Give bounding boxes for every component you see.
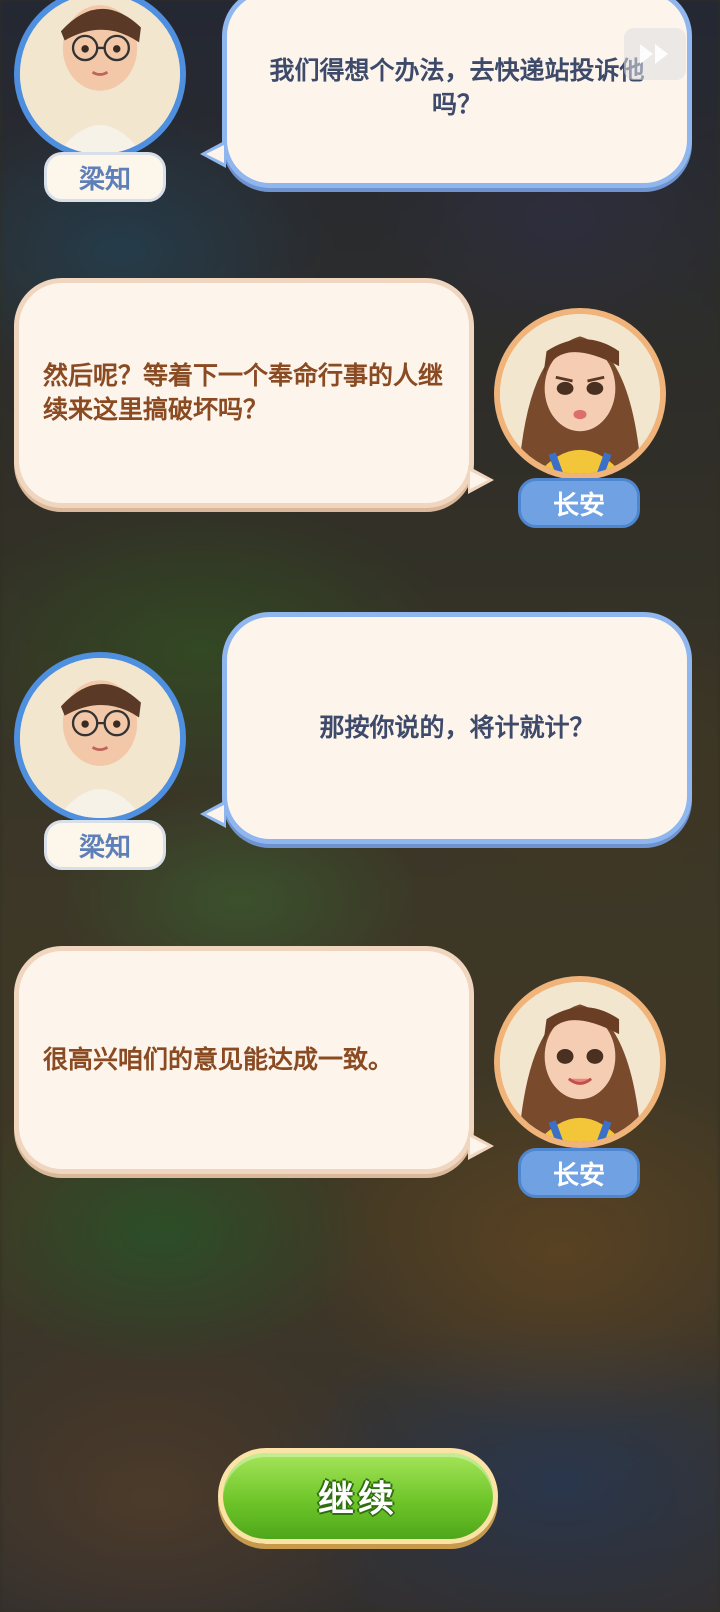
liangzhi-portrait-icon bbox=[20, 658, 180, 818]
changan-angry-portrait-icon bbox=[500, 314, 660, 474]
bubble-tail-4 bbox=[468, 1132, 494, 1160]
changan-smiling-portrait-icon bbox=[500, 982, 660, 1142]
fast-forward-icon bbox=[640, 44, 668, 64]
avatar-changan-2 bbox=[494, 976, 666, 1148]
continue-button-label: 继续 bbox=[317, 1479, 398, 1520]
dialogue-bubble-2: 然后呢？等着下一个奉命行事的人继续来这里搞破坏吗？ bbox=[14, 278, 474, 508]
avatar-liangzhi-2 bbox=[14, 652, 186, 824]
liangzhi-portrait-icon bbox=[20, 0, 180, 154]
dialogue-bubble-3: 那按你说的，将计就计？ bbox=[222, 612, 692, 844]
dialogue-text-1: 我们得想个办法，去快递站投诉他吗？ bbox=[269, 56, 645, 119]
dialogue-text-3: 那按你说的，将计就计？ bbox=[319, 713, 595, 742]
nameplate-liangzhi-2: 梁知 bbox=[44, 820, 166, 870]
bubble-tail-1 bbox=[200, 140, 226, 168]
dialogue-bubble-1: 我们得想个办法，去快递站投诉他吗？ bbox=[222, 0, 692, 188]
nameplate-changan-1: 长安 bbox=[518, 478, 640, 528]
nameplate-liangzhi-1: 梁知 bbox=[44, 152, 166, 202]
nameplate-changan-2: 长安 bbox=[518, 1148, 640, 1198]
bubble-tail-3 bbox=[200, 800, 226, 828]
dialogue-text-2: 然后呢？等着下一个奉命行事的人继续来这里搞破坏吗？ bbox=[43, 361, 444, 424]
dialogue-bubble-4: 很高兴咱们的意见能达成一致。 bbox=[14, 946, 474, 1174]
fast-forward-button[interactable] bbox=[624, 28, 686, 80]
bubble-tail-2 bbox=[468, 466, 494, 494]
continue-button[interactable]: 继续 bbox=[218, 1448, 498, 1544]
avatar-changan-1 bbox=[494, 308, 666, 480]
dialogue-text-4: 很高兴咱们的意见能达成一致。 bbox=[43, 1045, 394, 1074]
